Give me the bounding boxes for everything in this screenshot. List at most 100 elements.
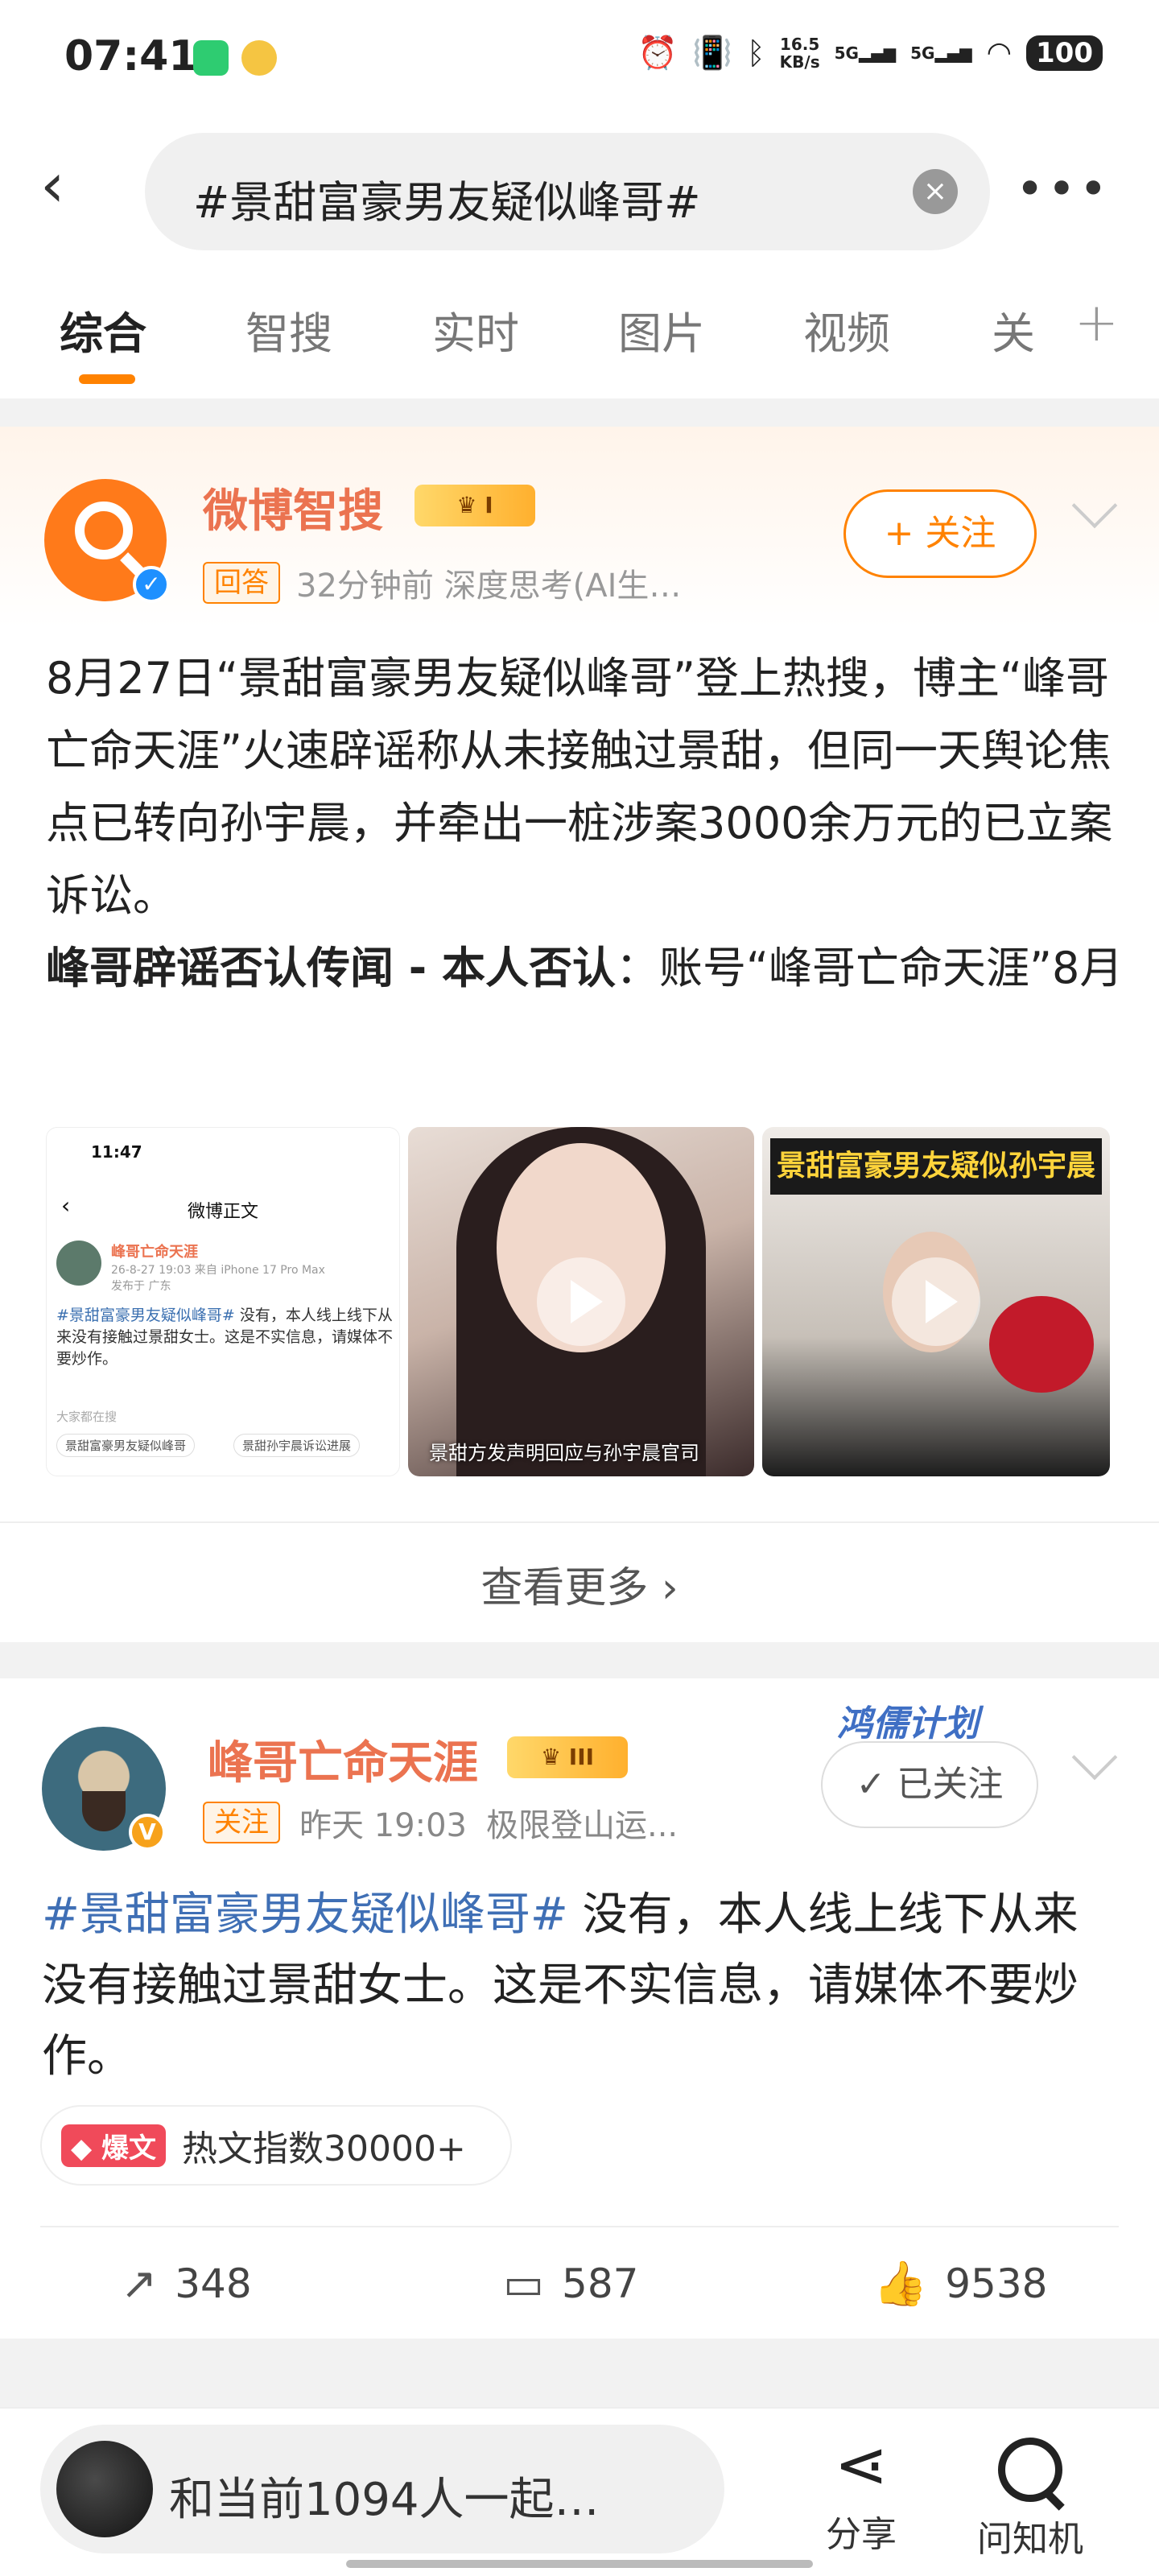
- mini-author-name: 峰哥亡命天涯: [111, 1244, 198, 1261]
- answer-tag: 回答: [203, 562, 280, 604]
- join-discussion-button[interactable]: 和当前1094人一起…: [40, 2425, 724, 2553]
- bottom-bar: 和当前1094人一起… ⋖ 分享 问知机: [0, 2407, 1159, 2576]
- tab-comprehensive[interactable]: 综合: [60, 298, 146, 361]
- search-icon: [998, 2438, 1062, 2502]
- join-discussion-text: 和当前1094人一起…: [169, 2474, 600, 2526]
- status-bar: 07:41 ⏰ 📳 ᛒ 16.5 KB/s 5G▂▄▆ 5G▂▄▆ ◠ 100: [0, 0, 1159, 121]
- tab-bar: 综合 智搜 实时 图片 视频 关 +: [0, 258, 1159, 398]
- image-thumbnail[interactable]: 11:47 ‹ 微博正文 峰哥亡命天涯 26-8-27 19:03 来自 iPh…: [46, 1127, 400, 1476]
- hashtag-link[interactable]: #景甜富豪男友疑似峰哥#: [42, 1889, 568, 1941]
- hot-badge: ◆ 爆文: [61, 2124, 166, 2167]
- subheading-bold: 峰哥辟谣否认传闻 - 本人否认: [46, 943, 617, 993]
- verified-icon: V: [129, 1814, 166, 1851]
- vibrate-icon: 📳: [692, 35, 732, 72]
- fire-icon: ◆: [71, 2132, 101, 2165]
- answer-paragraph: 8月27日“景甜富豪男友疑似峰哥”登上热搜，博主“峰哥亡命天涯”火速辟谣称从未接…: [46, 653, 1113, 921]
- post-time: 昨天 19:03: [299, 1807, 467, 1844]
- mini-post-text: #景甜富豪男友疑似峰哥# 没有，本人线上线下从来没有接触过景甜女士。这是不实信息…: [56, 1307, 394, 1368]
- tab-images[interactable]: 图片: [618, 298, 705, 361]
- followed-button[interactable]: ✓ 已关注: [821, 1741, 1038, 1828]
- tab-realtime[interactable]: 实时: [432, 298, 519, 361]
- signal-icon: 5G▂▄▆: [910, 43, 972, 63]
- repost-button[interactable]: ↗ 348: [121, 2258, 252, 2309]
- author-name[interactable]: 微博智搜: [203, 475, 383, 540]
- mini-page-title: 微博正文: [188, 1202, 259, 1222]
- share-icon: ⋖: [834, 2427, 889, 2502]
- active-tab-indicator: [79, 374, 135, 384]
- post-text: #景甜富豪男友疑似峰哥# 没有，本人线上线下从来没有接触过景甜女士。这是不实信息…: [42, 1880, 1120, 2092]
- video-caption: 景甜方发声明回应与孙宇晨官司: [429, 1442, 699, 1464]
- following-tag: 关注: [203, 1802, 280, 1843]
- avatar-beard: [82, 1791, 126, 1831]
- search-query[interactable]: #景甜富豪男友疑似峰哥#: [193, 167, 701, 230]
- search-input[interactable]: #景甜富豪男友疑似峰哥# ×: [145, 133, 990, 250]
- author-name[interactable]: 峰哥亡命天涯: [208, 1727, 478, 1792]
- mini-status-time: 11:47: [91, 1142, 142, 1162]
- crown-icon: ♛: [540, 1744, 569, 1770]
- ai-answer-card[interactable]: ✓ 微博智搜 ♛ I 回答 32分钟前 深度思考(AI生… + 关注 8月27日…: [0, 427, 1159, 1642]
- play-icon[interactable]: [537, 1257, 625, 1346]
- play-icon[interactable]: [892, 1257, 980, 1346]
- mini-post-meta: 26-8-27 19:03 来自 iPhone 17 Pro Max: [111, 1264, 325, 1277]
- like-count: 9538: [945, 2260, 1048, 2307]
- tab-more[interactable]: 关: [992, 298, 1035, 361]
- mini-back-icon: ‹: [61, 1192, 71, 1219]
- like-button[interactable]: 👍 9538: [873, 2258, 1048, 2310]
- video-thumbnail[interactable]: 景甜方发声明回应与孙宇晨官司: [408, 1127, 754, 1476]
- back-icon[interactable]: ‹: [40, 153, 105, 217]
- battery-icon: 100: [1026, 35, 1103, 71]
- signal-icon: 5G▂▄▆: [834, 43, 897, 63]
- divider: [0, 1521, 1159, 1523]
- wifi-icon: ◠: [986, 36, 1013, 69]
- share-arrow-icon: ↗: [121, 2258, 158, 2309]
- post-source: 极限登山运...: [486, 1807, 678, 1844]
- repost-count: 348: [175, 2260, 252, 2307]
- add-tab-icon[interactable]: +: [1074, 291, 1119, 353]
- tab-smart-search[interactable]: 智搜: [245, 298, 332, 361]
- mini-trending-chip: 景甜富豪男友疑似峰哥: [56, 1434, 196, 1457]
- search-logo-icon: [75, 502, 133, 559]
- level-badge: ♛ III: [507, 1736, 628, 1778]
- divider: [40, 2226, 1119, 2227]
- subheading-text: ：账号“峰哥亡命天涯”8月27日发文，称线上线下从未接触过景甜女: [616, 943, 1116, 993]
- tab-video[interactable]: 视频: [803, 298, 890, 361]
- campaign-badge: 鸿儒计划: [837, 1703, 979, 1744]
- avatar[interactable]: ✓: [44, 479, 170, 603]
- mini-trending-chip: 景甜孙宇晨诉讼进展: [233, 1434, 361, 1457]
- hot-index-text: 热文指数30000+: [181, 2128, 466, 2169]
- answer-subheading: 峰哥辟谣否认传闻 - 本人否认：账号“峰哥亡命天涯”8月27日发文，称线上线下从…: [46, 932, 1116, 1005]
- comment-button[interactable]: ▭ 587: [503, 2258, 638, 2309]
- status-time: 07:41: [64, 32, 198, 80]
- app-notification-icon: [193, 40, 229, 76]
- comment-icon: ▭: [503, 2258, 545, 2309]
- mini-trending-label: 大家都在搜: [56, 1410, 118, 1424]
- alarm-icon: ⏰: [637, 35, 678, 72]
- chevron-down-icon[interactable]: [1071, 1734, 1118, 1781]
- post-meta: 回答 32分钟前 深度思考(AI生…: [203, 559, 681, 606]
- close-icon[interactable]: ×: [913, 169, 958, 214]
- mini-post-location: 发布于 广东: [111, 1280, 171, 1293]
- more-icon[interactable]: •••: [1016, 161, 1111, 217]
- chevron-down-icon[interactable]: [1071, 482, 1118, 529]
- share-label: 分享: [826, 2514, 897, 2555]
- weibo-notification-icon: [241, 40, 277, 76]
- share-button[interactable]: ⋖ 分享: [805, 2425, 918, 2557]
- mini-avatar: [56, 1241, 101, 1286]
- thumbnail-flowers: [989, 1296, 1094, 1393]
- search-header: ‹ #景甜富豪男友疑似峰哥# × •••: [0, 121, 1159, 258]
- follow-button[interactable]: + 关注: [843, 489, 1037, 578]
- avatar: [56, 2441, 153, 2537]
- home-indicator[interactable]: [346, 2560, 813, 2568]
- verified-icon: ✓: [133, 566, 170, 603]
- bluetooth-icon: ᛒ: [746, 35, 765, 71]
- ask-button[interactable]: 问知机: [966, 2425, 1095, 2562]
- hot-index-chip[interactable]: ◆ 爆文 热文指数30000+: [40, 2105, 512, 2186]
- level-badge: ♛ I: [415, 485, 535, 526]
- crown-icon: ♛: [456, 492, 485, 518]
- video-thumbnail[interactable]: 景甜富豪男友疑似孙宇晨: [762, 1127, 1110, 1476]
- thumbs-up-icon: 👍: [873, 2258, 928, 2309]
- see-more-button[interactable]: 查看更多 ›: [0, 1554, 1159, 1614]
- network-speed: 16.5 KB/s: [779, 34, 820, 72]
- video-banner: 景甜富豪男友疑似孙宇晨: [770, 1138, 1102, 1195]
- post-card[interactable]: V 峰哥亡命天涯 ♛ III 关注 昨天 19:03 极限登山运... 鸿儒计划…: [0, 1678, 1159, 2339]
